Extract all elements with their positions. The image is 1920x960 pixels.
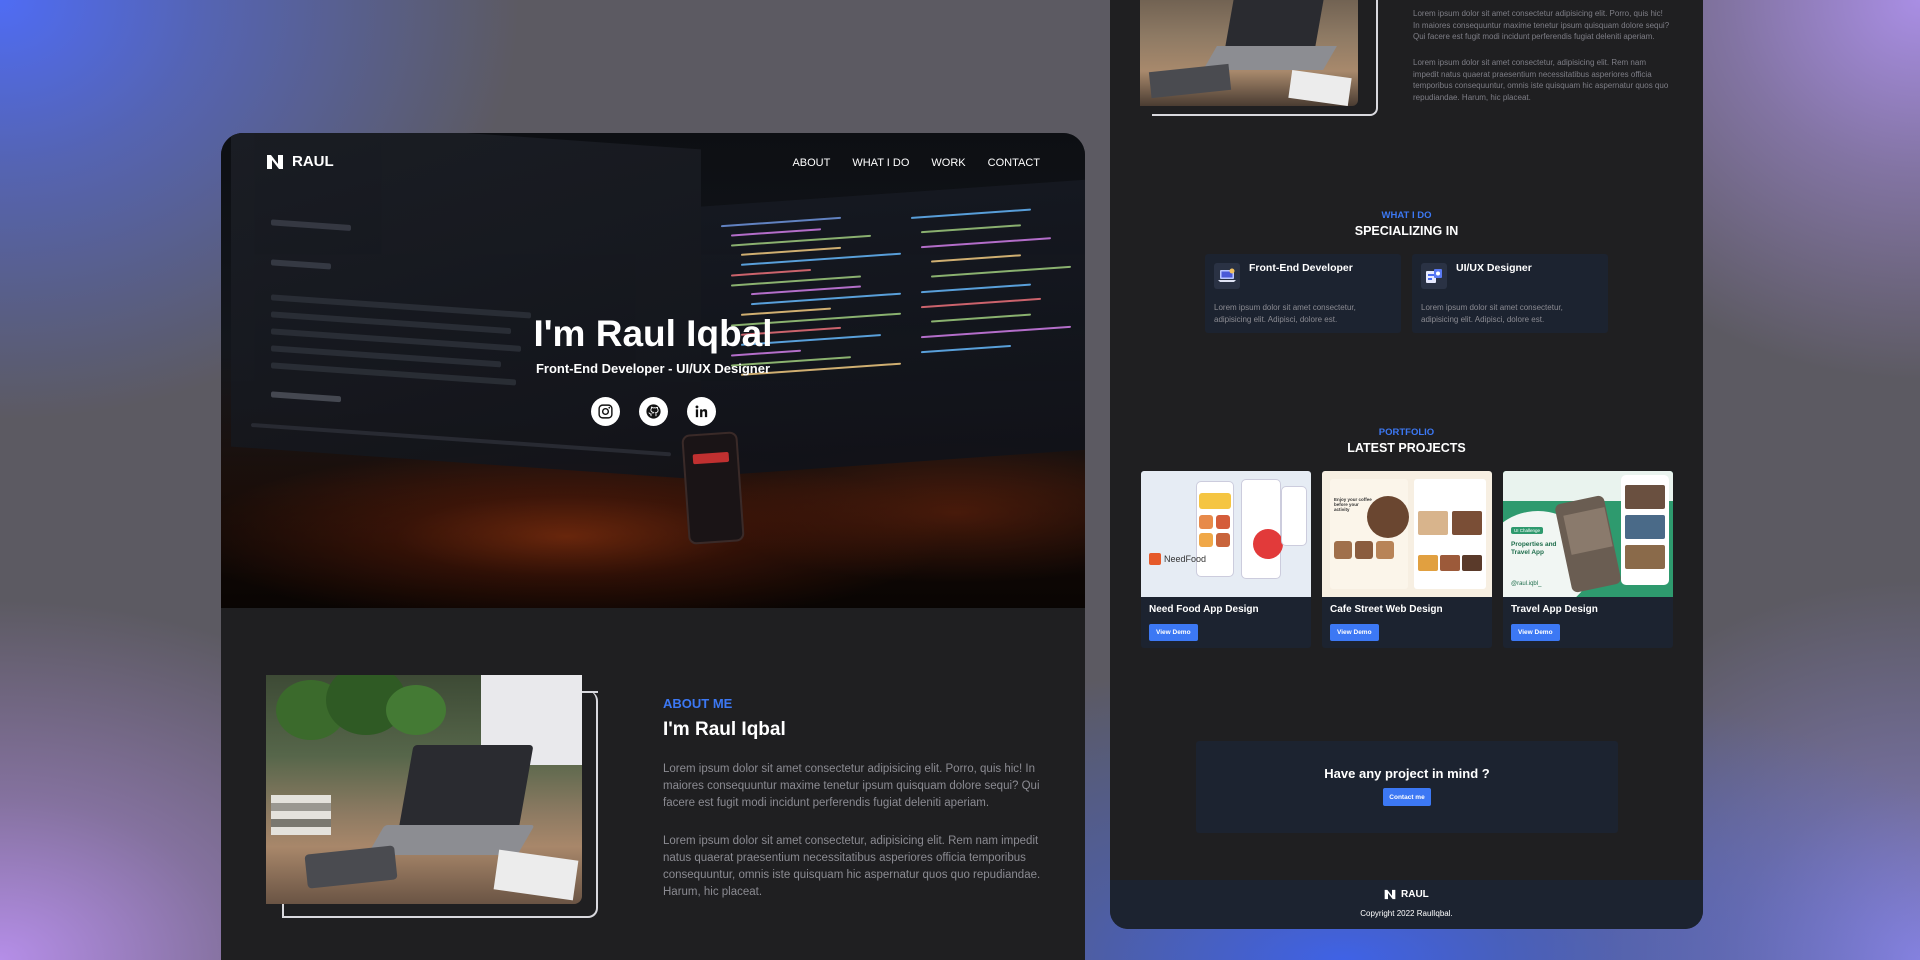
service-desc: Lorem ipsum dolor sit amet consectetur, … bbox=[1421, 303, 1563, 324]
contact-me-button[interactable]: Contact me bbox=[1383, 788, 1431, 806]
desk-photo-small bbox=[1140, 0, 1358, 106]
brand-name: RAUL bbox=[292, 153, 334, 170]
portfolio-eyebrow: PORTFOLIO bbox=[1378, 427, 1435, 438]
instagram-icon bbox=[598, 404, 613, 419]
desk-photo bbox=[266, 675, 582, 904]
hero-title: I'm Raul Iqbal bbox=[533, 313, 773, 354]
about-eyebrow: ABOUT ME bbox=[663, 696, 733, 711]
travel-thumb-badge: UI Challenge bbox=[1511, 527, 1544, 534]
logo-icon bbox=[1384, 889, 1396, 900]
instagram-link[interactable] bbox=[591, 397, 620, 426]
service-desc: Lorem ipsum dolor sit amet consectetur, … bbox=[1214, 303, 1356, 324]
brand-logo[interactable]: RAUL bbox=[266, 153, 334, 170]
project-thumbnail-travel: UI Challenge Properties and Travel App @… bbox=[1503, 471, 1673, 597]
footer-brand-logo[interactable]: RAUL bbox=[1384, 889, 1429, 900]
social-links bbox=[591, 397, 716, 426]
view-demo-button[interactable]: View Demo bbox=[1149, 624, 1198, 641]
linkedin-icon bbox=[695, 405, 708, 418]
hero-bg-phone bbox=[681, 431, 745, 545]
portfolio-title: LATEST PROJECTS bbox=[1347, 441, 1466, 455]
desktop-mockup: RAUL ABOUT WHAT I DO WORK CONTACT I'm Ra… bbox=[221, 133, 1085, 960]
github-icon bbox=[646, 404, 661, 419]
about-image bbox=[266, 675, 601, 919]
main-nav: ABOUT WHAT I DO WORK CONTACT bbox=[792, 157, 1040, 169]
project-title: Travel App Design bbox=[1511, 604, 1598, 615]
linkedin-link[interactable] bbox=[687, 397, 716, 426]
nav-item-contact[interactable]: CONTACT bbox=[988, 157, 1040, 169]
travel-thumb-handle: @raul.iqbl_ bbox=[1511, 581, 1542, 587]
cta-title: Have any project in mind ? bbox=[1324, 766, 1490, 781]
github-link[interactable] bbox=[639, 397, 668, 426]
hero-subtitle: Front-End Developer - UI/UX Designer bbox=[535, 361, 771, 376]
services-eyebrow: WHAT I DO bbox=[1381, 210, 1432, 221]
view-demo-button[interactable]: View Demo bbox=[1330, 624, 1379, 641]
project-card-needfood[interactable]: NeedFood Need Food App Design View Demo bbox=[1141, 471, 1311, 648]
view-demo-button[interactable]: View Demo bbox=[1511, 624, 1560, 641]
copyright-text: Copyright 2022 RaulIqbal. bbox=[1360, 909, 1453, 918]
project-title: Cafe Street Web Design bbox=[1330, 604, 1443, 615]
project-title: Need Food App Design bbox=[1149, 604, 1259, 615]
code-laptop-icon bbox=[1214, 263, 1240, 289]
nav-item-about[interactable]: ABOUT bbox=[792, 157, 830, 169]
about-paragraph-1: Lorem ipsum dolor sit amet consectetur a… bbox=[663, 763, 1040, 809]
project-card-travel[interactable]: UI Challenge Properties and Travel App @… bbox=[1503, 471, 1673, 648]
project-card-cafe-street[interactable]: Enjoy your coffee before your activity C… bbox=[1322, 471, 1492, 648]
project-thumbnail-needfood: NeedFood bbox=[1141, 471, 1311, 597]
about-paragraph-2-small: Lorem ipsum dolor sit amet consectetur, … bbox=[1413, 58, 1669, 102]
nav-item-work[interactable]: WORK bbox=[931, 157, 965, 169]
design-tools-icon bbox=[1421, 263, 1447, 289]
about-image-small bbox=[1140, 0, 1380, 118]
about-paragraph-2: Lorem ipsum dolor sit amet consectetur, … bbox=[663, 835, 1041, 898]
footer: RAUL Copyright 2022 RaulIqbal. bbox=[1110, 880, 1703, 929]
service-title: Front-End Developer bbox=[1249, 262, 1353, 274]
project-thumbnail-cafe-street: Enjoy your coffee before your activity bbox=[1322, 471, 1492, 597]
about-paragraph-1-small: Lorem ipsum dolor sit amet consectetur a… bbox=[1413, 9, 1670, 41]
service-card-frontend: Front-End Developer Lorem ipsum dolor si… bbox=[1205, 254, 1401, 333]
hero-section: RAUL ABOUT WHAT I DO WORK CONTACT I'm Ra… bbox=[221, 133, 1085, 608]
page-preview-mockup: Lorem ipsum dolor sit amet consectetur a… bbox=[1110, 0, 1703, 929]
about-title: I'm Raul Iqbal bbox=[663, 719, 786, 740]
services-title: SPECIALIZING IN bbox=[1354, 224, 1459, 238]
logo-icon bbox=[267, 154, 283, 169]
hero-bg-monitor-left bbox=[231, 133, 701, 480]
nav-item-what-i-do[interactable]: WHAT I DO bbox=[852, 157, 909, 169]
contact-cta: Have any project in mind ? Contact me bbox=[1196, 741, 1618, 833]
service-card-uiux: UI/UX Designer Lorem ipsum dolor sit ame… bbox=[1412, 254, 1608, 333]
travel-thumb-label: Properties and Travel App bbox=[1511, 541, 1557, 556]
needfood-thumb-label: NeedFood bbox=[1164, 554, 1207, 564]
service-title: UI/UX Designer bbox=[1456, 262, 1532, 274]
footer-brand-name: RAUL bbox=[1401, 889, 1429, 900]
